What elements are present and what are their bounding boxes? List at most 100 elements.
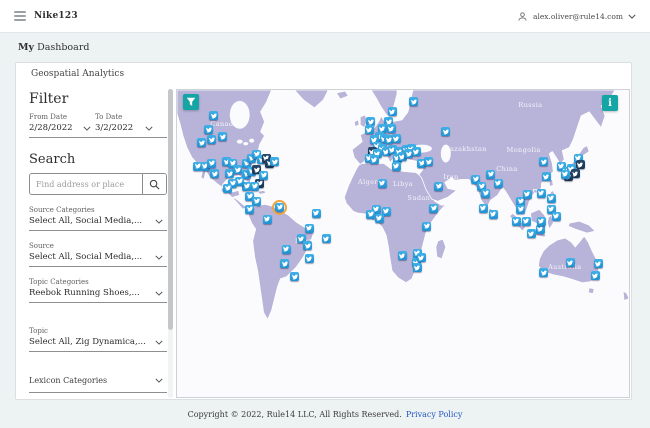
- map-marker[interactable]: [486, 169, 496, 179]
- map-marker[interactable]: [290, 272, 300, 282]
- source-categories-field[interactable]: Source Categories Select All, Social Med…: [29, 206, 167, 231]
- map-marker[interactable]: [209, 111, 219, 121]
- map-marker-selected[interactable]: [272, 199, 288, 215]
- map-marker[interactable]: [416, 253, 426, 263]
- scrollbar-thumb[interactable]: [168, 89, 173, 331]
- map-marker[interactable]: [590, 271, 600, 281]
- map-marker[interactable]: [546, 193, 556, 203]
- map-marker[interactable]: [304, 223, 314, 233]
- search-icon: [149, 179, 160, 189]
- user-menu[interactable]: alex.oliver@rule14.com: [517, 11, 636, 22]
- search-box: [29, 173, 167, 195]
- twitter-bird-icon: [592, 273, 599, 279]
- source-field[interactable]: Source Select All, Social Media,...: [29, 242, 167, 267]
- map-marker[interactable]: [252, 196, 262, 206]
- twitter-bird-icon: [423, 223, 430, 229]
- map-marker[interactable]: [204, 125, 214, 135]
- map-marker[interactable]: [391, 134, 401, 144]
- map-marker[interactable]: [270, 157, 280, 167]
- map-marker[interactable]: [434, 181, 444, 191]
- map-marker[interactable]: [481, 188, 491, 198]
- map-marker[interactable]: [422, 221, 432, 231]
- map-marker[interactable]: [429, 203, 439, 213]
- map-marker[interactable]: [386, 124, 396, 134]
- map-marker[interactable]: [441, 127, 451, 137]
- card-title: Geospatial Analytics: [31, 69, 125, 79]
- hamburger-menu-icon[interactable]: [14, 11, 26, 21]
- map-marker[interactable]: [488, 209, 498, 219]
- map-marker[interactable]: [207, 135, 217, 145]
- from-date-field[interactable]: From Date 2/28/2022: [29, 113, 95, 133]
- twitter-bird-icon: [208, 137, 215, 143]
- map-marker[interactable]: [575, 160, 585, 170]
- map-marker[interactable]: [411, 147, 421, 157]
- map-marker[interactable]: [218, 132, 228, 142]
- map-marker[interactable]: [250, 181, 260, 191]
- twitter-bird-icon: [393, 136, 400, 142]
- map-marker[interactable]: [207, 158, 217, 168]
- map-marker[interactable]: [551, 211, 561, 221]
- map-marker[interactable]: [366, 209, 376, 219]
- map-marker[interactable]: [565, 258, 575, 268]
- topic-categories-field[interactable]: Topic Categories Reebok Running Shoes,..…: [29, 278, 167, 303]
- topic-field[interactable]: Topic Select All, Zig Dynamica,...: [29, 327, 167, 352]
- to-date-field[interactable]: To Date 3/2/2022: [95, 113, 157, 133]
- map-marker[interactable]: [377, 178, 387, 188]
- map-marker[interactable]: [374, 213, 384, 223]
- twitter-bird-icon: [567, 260, 574, 266]
- lexicon-categories-field[interactable]: Lexicon Categories: [29, 376, 167, 393]
- map-marker[interactable]: [521, 216, 531, 226]
- map-marker[interactable]: [281, 244, 291, 254]
- map-marker[interactable]: [262, 214, 272, 224]
- map-marker[interactable]: [397, 251, 407, 261]
- info-icon: i: [608, 97, 612, 109]
- chevron-down-icon: [155, 378, 163, 383]
- twitter-bird-icon: [264, 216, 271, 222]
- map-marker[interactable]: [478, 203, 488, 213]
- map-marker[interactable]: [210, 169, 220, 178]
- world-map[interactable]: Canada Russia Mongolia China Kazakhstan Iran L…: [176, 89, 630, 398]
- map-marker[interactable]: [539, 268, 549, 278]
- map-marker[interactable]: [387, 107, 397, 117]
- map-marker[interactable]: [536, 188, 546, 198]
- map-marker[interactable]: [522, 189, 532, 199]
- map-marker[interactable]: [364, 125, 374, 135]
- map-marker[interactable]: [516, 204, 526, 214]
- twitter-bird-icon: [524, 191, 531, 197]
- map-marker[interactable]: [321, 234, 331, 244]
- map-marker[interactable]: [535, 224, 545, 234]
- map-marker[interactable]: [197, 138, 207, 148]
- filter-panel: Filter From Date 2/28/2022 To Date 3/2/2…: [29, 89, 167, 398]
- twitter-bird-icon: [418, 255, 425, 261]
- to-date-value: 3/2/2022: [95, 123, 134, 133]
- search-input[interactable]: [30, 174, 142, 194]
- map-filter-button[interactable]: [183, 94, 199, 110]
- map-marker[interactable]: [424, 157, 434, 167]
- map-marker[interactable]: [412, 263, 422, 273]
- map-marker[interactable]: [560, 169, 570, 179]
- twitter-bird-icon: [490, 211, 497, 217]
- map-marker[interactable]: [593, 259, 603, 269]
- map-marker[interactable]: [409, 97, 419, 107]
- map-marker[interactable]: [526, 229, 536, 239]
- map-marker[interactable]: [539, 157, 549, 167]
- map-marker[interactable]: [369, 155, 379, 165]
- map-marker[interactable]: [493, 178, 503, 188]
- search-button[interactable]: [142, 174, 166, 194]
- brand-title[interactable]: Nike123: [34, 11, 78, 21]
- map-marker[interactable]: [259, 170, 269, 180]
- map-marker[interactable]: [391, 161, 401, 171]
- map-marker[interactable]: [304, 254, 314, 264]
- map-info-button[interactable]: i: [602, 95, 618, 111]
- map-marker[interactable]: [511, 216, 521, 226]
- twitter-bird-icon: [304, 243, 311, 249]
- map-marker[interactable]: [311, 208, 321, 218]
- privacy-policy-link[interactable]: Privacy Policy: [406, 410, 463, 419]
- map-marker[interactable]: [233, 165, 243, 174]
- map-marker[interactable]: [303, 241, 313, 251]
- map-marker[interactable]: [541, 172, 551, 182]
- map-marker[interactable]: [245, 204, 255, 214]
- map-marker[interactable]: [280, 259, 290, 269]
- map-marker[interactable]: [223, 183, 233, 193]
- map-marker[interactable]: [536, 216, 546, 226]
